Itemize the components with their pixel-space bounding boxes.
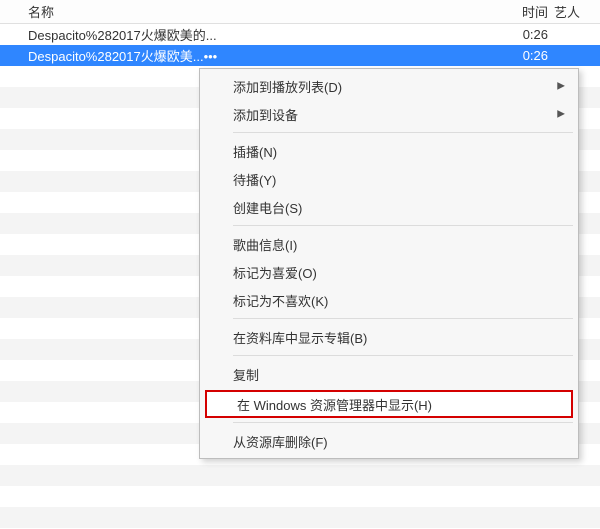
menu-separator: [233, 132, 573, 133]
menu-item-show-in-library[interactable]: 在资料库中显示专辑(B): [203, 323, 575, 351]
menu-item-add-device[interactable]: 添加到设备 ▶: [203, 100, 575, 128]
context-menu: 添加到播放列表(D) ▶ 添加到设备 ▶ 插播(N) 待播(Y) 创建电台(S)…: [199, 68, 579, 459]
table-row[interactable]: Despacito%282017火爆欧美...••• 0:26: [0, 45, 600, 66]
menu-item-label: 在资料库中显示专辑(B): [233, 328, 367, 347]
menu-item-label: 标记为不喜欢(K): [233, 291, 328, 310]
menu-item-label: 创建电台(S): [233, 198, 302, 217]
menu-separator: [233, 355, 573, 356]
chevron-right-icon: ▶: [557, 81, 565, 92]
menu-separator: [233, 225, 573, 226]
menu-item-label: 在 Windows 资源管理器中显示(H): [237, 395, 432, 414]
menu-item-label: 歌曲信息(I): [233, 235, 297, 254]
column-header-time[interactable]: 时间: [502, 2, 554, 21]
menu-item-label: 复制: [233, 365, 259, 384]
menu-item-create-station[interactable]: 创建电台(S): [203, 193, 575, 221]
menu-item-insert[interactable]: 插播(N): [203, 137, 575, 165]
menu-item-label: 从资源库删除(F): [233, 432, 328, 451]
menu-item-label: 标记为喜爱(O): [233, 263, 317, 282]
chevron-right-icon: ▶: [557, 109, 565, 120]
track-time: 0:26: [502, 27, 554, 42]
menu-item-love[interactable]: 标记为喜爱(O): [203, 258, 575, 286]
column-header-name[interactable]: 名称: [28, 2, 502, 21]
track-time: 0:26: [502, 48, 554, 63]
table-row[interactable]: [0, 486, 600, 507]
menu-item-show-in-explorer[interactable]: 在 Windows 资源管理器中显示(H): [205, 390, 573, 418]
menu-item-dislike[interactable]: 标记为不喜欢(K): [203, 286, 575, 314]
menu-item-copy[interactable]: 复制: [203, 360, 575, 388]
menu-item-delete-from-library[interactable]: 从资源库删除(F): [203, 427, 575, 455]
column-header-row: 名称 时间 艺人: [0, 0, 600, 24]
table-row[interactable]: [0, 465, 600, 486]
menu-item-label: 添加到设备: [233, 105, 298, 124]
table-row[interactable]: [0, 507, 600, 528]
track-name: Despacito%282017火爆欧美...•••: [28, 46, 502, 65]
menu-item-label: 添加到播放列表(D): [233, 77, 342, 96]
menu-separator: [233, 318, 573, 319]
menu-item-song-info[interactable]: 歌曲信息(I): [203, 230, 575, 258]
menu-item-label: 插播(N): [233, 142, 277, 161]
column-header-artist[interactable]: 艺人: [554, 2, 600, 21]
table-row[interactable]: Despacito%282017火爆欧美的... 0:26: [0, 24, 600, 45]
track-name: Despacito%282017火爆欧美的...: [28, 25, 502, 44]
menu-separator: [233, 422, 573, 423]
menu-item-add-playlist[interactable]: 添加到播放列表(D) ▶: [203, 72, 575, 100]
menu-item-queue-next[interactable]: 待播(Y): [203, 165, 575, 193]
menu-item-label: 待播(Y): [233, 170, 276, 189]
